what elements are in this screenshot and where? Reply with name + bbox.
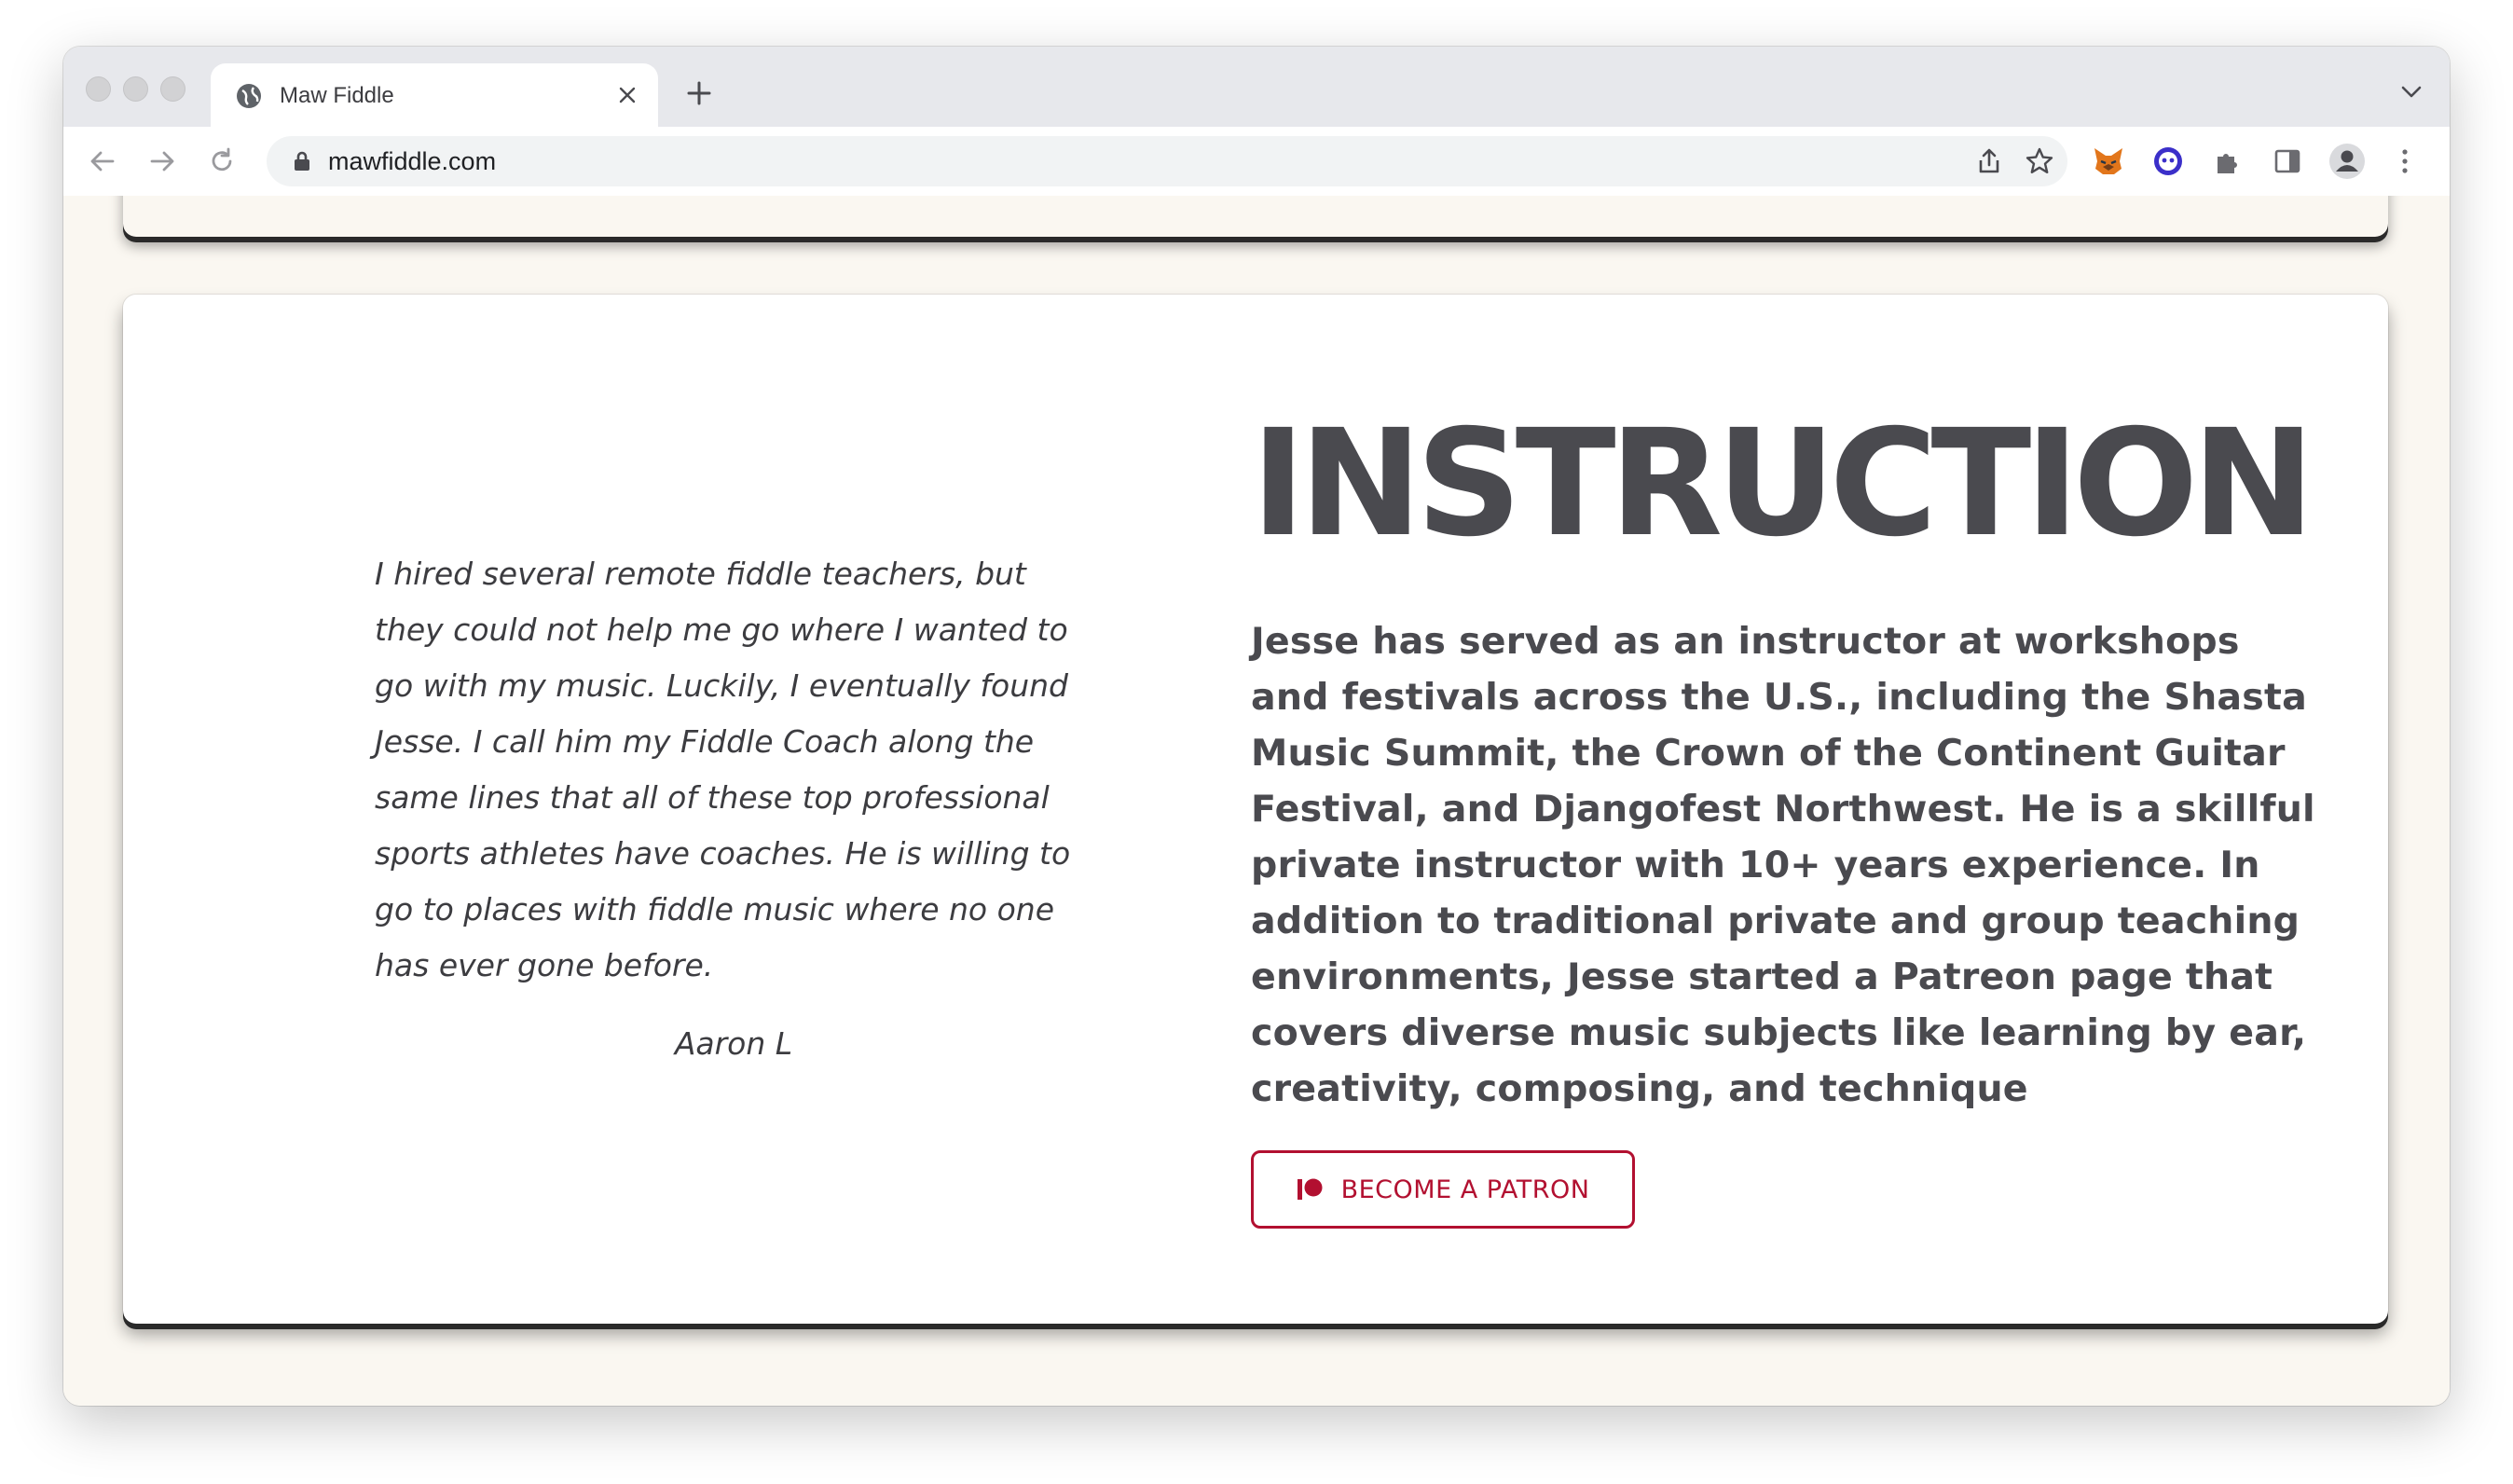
share-button[interactable]: [1972, 144, 2006, 178]
new-tab-button[interactable]: [680, 75, 718, 112]
metamask-extension-button[interactable]: [2090, 143, 2127, 180]
bookmark-button[interactable]: [2023, 144, 2056, 178]
become-a-patron-button[interactable]: BECOME A PATRON: [1251, 1150, 1635, 1229]
profile-button[interactable]: [2328, 143, 2366, 180]
side-panel-icon: [2274, 149, 2300, 173]
url-text: mawfiddle.com: [328, 147, 497, 175]
testimonial-author: Aaron L: [674, 1025, 793, 1062]
browser-tab-active[interactable]: Maw Fiddle: [211, 63, 658, 127]
browser-menu-button[interactable]: [2386, 143, 2424, 180]
chevron-down-icon: [2401, 86, 2422, 98]
arrow-right-icon: [150, 151, 174, 172]
minimize-window-button[interactable]: [123, 76, 148, 102]
back-button[interactable]: [84, 143, 121, 180]
browser-window: Maw Fiddle mawfiddle.com I hired several…: [63, 47, 2450, 1406]
side-panel-button[interactable]: [2269, 143, 2306, 180]
previous-section-card: [123, 196, 2388, 237]
tab-close-button[interactable]: [611, 79, 643, 111]
close-window-button[interactable]: [86, 76, 111, 102]
arrow-left-icon: [90, 151, 115, 172]
avatar-icon: [2329, 144, 2365, 179]
close-icon: [619, 87, 636, 103]
globe-icon: [237, 84, 261, 108]
become-a-patron-label: BECOME A PATRON: [1340, 1175, 1590, 1204]
tab-search-button[interactable]: [2397, 78, 2425, 106]
lock-icon: [295, 151, 309, 171]
extension-face-icon: [2154, 147, 2182, 175]
share-icon: [1979, 148, 1999, 173]
maximize-window-button[interactable]: [160, 76, 185, 102]
page-viewport: I hired several remote fiddle teachers, …: [63, 196, 2450, 1406]
address-bar[interactable]: mawfiddle.com: [267, 136, 2067, 186]
instruction-description: Jesse has served as an instructor at wor…: [1251, 620, 2315, 1110]
reload-button[interactable]: [203, 143, 240, 180]
more-vertical-icon: [2402, 149, 2408, 173]
extensions-button[interactable]: [2209, 143, 2246, 180]
tab-strip: Maw Fiddle: [63, 47, 2450, 127]
extension-button[interactable]: [2149, 143, 2187, 180]
patreon-icon: [1297, 1178, 1323, 1200]
star-icon: [2026, 147, 2053, 173]
tab-title: Maw Fiddle: [280, 83, 394, 108]
browser-toolbar: mawfiddle.com: [63, 127, 2450, 197]
testimonial-quote: I hired several remote fiddle teachers, …: [375, 556, 1071, 983]
forward-button[interactable]: [144, 143, 181, 180]
section-heading: INSTRUCTION: [1251, 398, 2315, 570]
reload-icon: [212, 147, 232, 172]
plus-icon: [687, 81, 711, 105]
puzzle-icon: [2218, 154, 2237, 173]
fox-icon: [2094, 148, 2122, 174]
instruction-section-card: I hired several remote fiddle teachers, …: [123, 295, 2388, 1324]
